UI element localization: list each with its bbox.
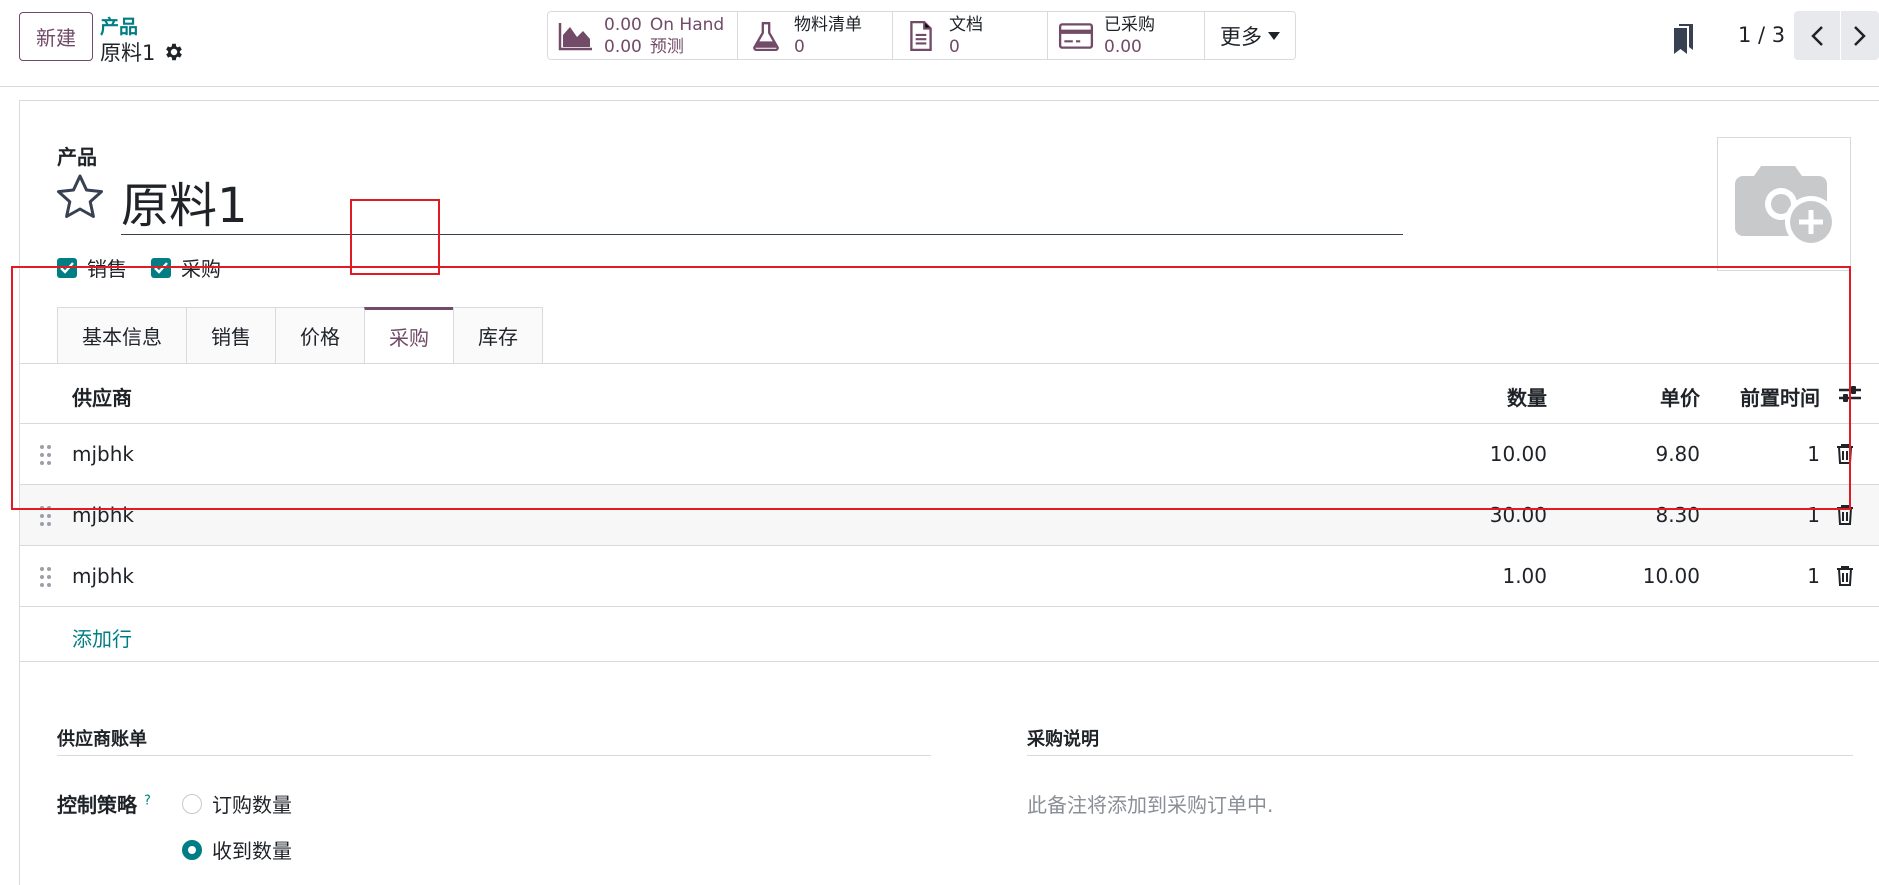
cell-vendor: mjbhk xyxy=(72,503,134,527)
tab-general-info[interactable]: 基本信息 xyxy=(57,307,187,363)
breadcrumb-current-label: 原料1 xyxy=(100,41,156,65)
table-row[interactable]: mjbhk 1.00 10.00 1 xyxy=(20,546,1879,607)
pager-next-button[interactable] xyxy=(1841,11,1879,60)
table-row[interactable]: mjbhk 30.00 8.30 1 xyxy=(20,485,1879,546)
product-image-upload[interactable] xyxy=(1717,137,1851,271)
documents-value: 0 xyxy=(949,36,960,57)
on-hand-button[interactable]: 0.00 On Hand 0.00 预测 xyxy=(548,12,738,59)
vendor-bills-title: 供应商账单 xyxy=(57,725,931,756)
trash-icon[interactable] xyxy=(1835,565,1855,587)
cell-vendor: mjbhk xyxy=(72,442,134,466)
table-row[interactable]: mjbhk 10.00 9.80 1 xyxy=(20,424,1879,485)
breadcrumb-current: 原料1 xyxy=(100,37,185,67)
area-chart-icon xyxy=(558,22,592,50)
product-name-input[interactable] xyxy=(121,167,1403,235)
column-lead-time[interactable]: 前置时间 xyxy=(1710,382,1820,411)
cell-lead-time: 1 xyxy=(1807,564,1820,588)
cell-lead-time: 1 xyxy=(1807,442,1820,466)
bom-button[interactable]: 物料清单 0 xyxy=(738,12,893,59)
cell-quantity: 30.00 xyxy=(1489,503,1547,527)
more-button[interactable]: 更多 xyxy=(1205,12,1295,59)
radio-checked-icon xyxy=(182,839,202,860)
pager-previous-button[interactable] xyxy=(1794,11,1840,60)
supplier-table: 供应商 数量 单价 前置时间 mjbhk 10.00 9.80 1 mjbhk … xyxy=(20,364,1879,607)
bom-value: 0 xyxy=(794,36,805,57)
notebook-tabs: 基本信息 销售 价格 采购 库存 xyxy=(57,307,543,363)
chevron-right-icon xyxy=(1854,25,1866,46)
column-quantity[interactable]: 数量 xyxy=(1420,382,1547,411)
table-header: 供应商 数量 单价 前置时间 xyxy=(20,364,1879,424)
gear-icon[interactable] xyxy=(163,41,185,63)
more-label: 更多 xyxy=(1220,24,1262,49)
document-icon xyxy=(910,20,932,51)
credit-card-icon xyxy=(1058,22,1094,49)
camera-plus-icon xyxy=(1735,166,1837,248)
purchase-ok-checkbox[interactable]: 采购 xyxy=(151,253,221,282)
purchased-button[interactable]: 已采购 0.00 xyxy=(1048,12,1205,59)
radio-unchecked-icon xyxy=(182,793,202,814)
new-button[interactable]: 新建 xyxy=(19,12,93,61)
caret-down-icon xyxy=(1268,31,1280,40)
purchased-value: 0.00 xyxy=(1104,36,1142,57)
control-policy-text: 控制策略 xyxy=(57,793,137,817)
pager-value[interactable]: 1 / 3 xyxy=(1738,23,1785,47)
radio-received-qty[interactable]: 收到数量 xyxy=(182,835,292,864)
documents-button[interactable]: 文档 0 xyxy=(893,12,1048,59)
breadcrumb-parent[interactable]: 产品 xyxy=(100,12,138,39)
forecast-label: 预测 xyxy=(649,36,684,57)
tab-purchase[interactable]: 采购 xyxy=(364,307,454,363)
tab-inventory[interactable]: 库存 xyxy=(453,307,543,363)
table-footer-divider xyxy=(20,661,1879,662)
product-label: 产品 xyxy=(57,145,97,169)
radio-ordered-qty-label: 订购数量 xyxy=(212,793,292,817)
drag-handle-icon[interactable] xyxy=(39,505,53,527)
cell-quantity: 10.00 xyxy=(1489,442,1547,466)
radio-ordered-qty[interactable]: 订购数量 xyxy=(182,789,292,818)
column-vendor[interactable]: 供应商 xyxy=(72,382,132,411)
column-options-icon[interactable] xyxy=(1838,384,1862,404)
sale-ok-label: 销售 xyxy=(87,257,127,281)
on-hand-value: 0.00 xyxy=(604,14,642,35)
help-tooltip-icon[interactable]: ? xyxy=(144,793,151,808)
checkbox-checked-icon xyxy=(57,257,77,278)
tab-sales[interactable]: 销售 xyxy=(186,307,276,363)
bookmark-icon[interactable] xyxy=(1673,24,1695,54)
drag-handle-icon[interactable] xyxy=(39,444,53,466)
star-icon[interactable] xyxy=(55,173,105,221)
control-panel: 新建 产品 原料1 0.00 On Hand 0.00 预测 物料清单 0 文档… xyxy=(0,0,1879,87)
tab-pricing[interactable]: 价格 xyxy=(275,307,365,363)
form-sheet: 产品 销售 采购 基本信息 销售 价格 采购 库存 xyxy=(19,100,1879,885)
control-policy-label: 控制策略 ? xyxy=(57,789,151,818)
sale-ok-checkbox[interactable]: 销售 xyxy=(57,253,127,282)
purchase-ok-label: 采购 xyxy=(181,257,221,281)
cell-price: 9.80 xyxy=(1655,442,1700,466)
drag-handle-icon[interactable] xyxy=(39,566,53,588)
documents-label: 文档 xyxy=(949,14,983,35)
column-price[interactable]: 单价 xyxy=(1560,382,1700,411)
radio-received-qty-label: 收到数量 xyxy=(212,839,292,863)
smart-buttons: 0.00 On Hand 0.00 预测 物料清单 0 文档 0 已采购 0.0… xyxy=(547,11,1296,60)
cell-lead-time: 1 xyxy=(1807,503,1820,527)
trash-icon[interactable] xyxy=(1835,504,1855,526)
forecast-value: 0.00 xyxy=(604,36,642,57)
purchased-label: 已采购 xyxy=(1104,14,1155,35)
cell-price: 10.00 xyxy=(1642,564,1700,588)
checkbox-checked-icon xyxy=(151,257,171,278)
on-hand-label: On Hand xyxy=(649,14,725,35)
cell-price: 8.30 xyxy=(1655,503,1700,527)
purchase-description-input[interactable] xyxy=(1027,791,1857,819)
cell-quantity: 1.00 xyxy=(1502,564,1547,588)
purchase-description-title: 采购说明 xyxy=(1027,725,1853,756)
trash-icon[interactable] xyxy=(1835,443,1855,465)
flask-icon xyxy=(753,21,779,51)
bom-label: 物料清单 xyxy=(794,14,862,35)
cell-vendor: mjbhk xyxy=(72,564,134,588)
chevron-left-icon xyxy=(1811,25,1823,46)
product-flags: 销售 采购 xyxy=(57,253,221,282)
add-line-link[interactable]: 添加行 xyxy=(72,623,132,652)
